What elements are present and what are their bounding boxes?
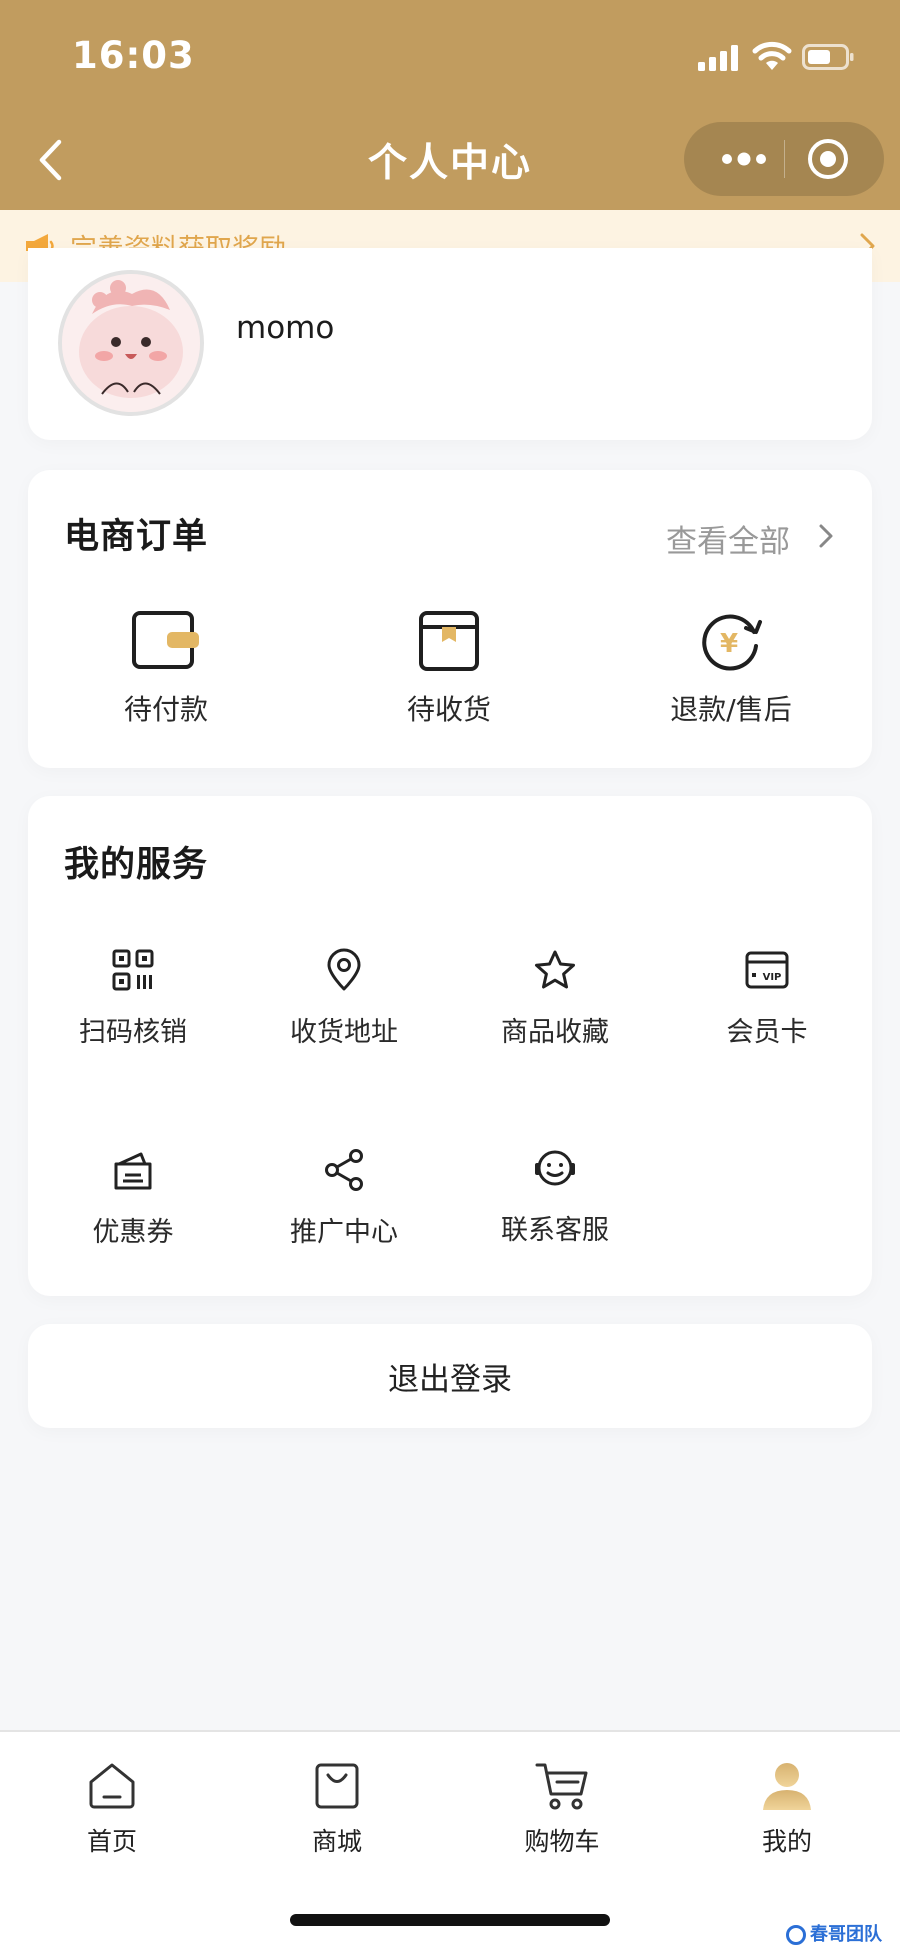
tab-label: 商城 xyxy=(311,1827,362,1856)
service-label: 收货地址 xyxy=(290,1017,398,1048)
service-scan-verify[interactable]: 扫码核销 xyxy=(58,948,208,1049)
watermark: 春哥团队 xyxy=(786,1920,882,1946)
tab-cart[interactable]: 购物车 xyxy=(502,1760,622,1858)
avatar[interactable] xyxy=(58,270,204,416)
service-label: 推广中心 xyxy=(290,1217,398,1248)
customer-service-icon xyxy=(535,1150,575,1186)
service-label: 优惠券 xyxy=(92,1217,174,1248)
service-label: 会员卡 xyxy=(726,1017,808,1048)
capsule-divider xyxy=(784,140,785,178)
vip-card-icon: VIP xyxy=(745,951,789,989)
order-pending-receipt[interactable]: 待收货 xyxy=(349,610,549,728)
tab-mine[interactable]: 我的 xyxy=(727,1760,847,1858)
qr-scan-icon xyxy=(112,949,154,991)
coupon-icon xyxy=(114,1152,152,1190)
order-item-label: 待收货 xyxy=(406,693,491,726)
service-promotion-center[interactable]: 推广中心 xyxy=(269,1148,419,1249)
package-box-icon xyxy=(419,611,479,671)
share-icon xyxy=(325,1149,363,1191)
cellular-signal-icon xyxy=(698,45,738,71)
vip-badge-text: VIP xyxy=(763,972,782,983)
see-all-orders-link[interactable]: 查看全部 xyxy=(666,516,790,561)
watermark-text: 春哥团队 xyxy=(810,1924,882,1945)
service-label: 联系客服 xyxy=(501,1215,609,1246)
watermark-logo-icon xyxy=(786,1925,806,1945)
orders-title: 电商订单 xyxy=(64,517,209,557)
order-pending-payment[interactable]: 待付款 xyxy=(66,610,266,728)
logout-button[interactable]: 退出登录 xyxy=(28,1324,872,1428)
wifi-icon xyxy=(752,41,792,70)
svg-text:¥: ¥ xyxy=(720,629,738,659)
more-button[interactable] xyxy=(712,140,776,178)
tab-home[interactable]: 首页 xyxy=(52,1760,172,1858)
services-title: 我的服务 xyxy=(64,845,209,885)
service-shipping-address[interactable]: 收货地址 xyxy=(269,948,419,1049)
location-pin-icon xyxy=(327,948,361,991)
mini-program-capsule xyxy=(684,122,884,196)
battery-icon xyxy=(802,44,854,70)
service-label: 商品收藏 xyxy=(501,1017,609,1048)
username: momo xyxy=(236,310,335,346)
cart-icon xyxy=(535,1763,588,1810)
user-icon xyxy=(763,1763,811,1810)
status-time: 16:03 xyxy=(72,34,195,77)
tab-mall[interactable]: 商城 xyxy=(277,1760,397,1858)
star-icon xyxy=(535,950,575,989)
chevron-right-icon xyxy=(819,524,833,548)
wallet-icon xyxy=(132,611,199,669)
service-member-card[interactable]: VIP 会员卡 xyxy=(692,948,842,1049)
more-dots-icon xyxy=(722,152,766,166)
close-target-icon[interactable] xyxy=(806,137,850,181)
order-item-label: 退款/售后 xyxy=(670,693,792,726)
tab-label: 我的 xyxy=(761,1827,812,1856)
service-label: 扫码核销 xyxy=(79,1017,187,1048)
home-icon xyxy=(89,1763,135,1809)
service-customer-support[interactable]: 联系客服 xyxy=(480,1146,630,1247)
home-indicator xyxy=(290,1914,610,1926)
service-coupons[interactable]: 优惠券 xyxy=(58,1148,208,1249)
tab-label: 购物车 xyxy=(524,1827,600,1856)
order-refund-after-sales[interactable]: ¥ 退款/售后 xyxy=(631,610,831,728)
order-item-label: 待付款 xyxy=(123,693,208,726)
tab-label: 首页 xyxy=(86,1827,137,1856)
refund-yen-icon: ¥ xyxy=(702,614,762,671)
shopping-bag-icon xyxy=(315,1763,359,1809)
avatar-image xyxy=(62,274,200,412)
service-favorites[interactable]: 商品收藏 xyxy=(480,948,630,1049)
